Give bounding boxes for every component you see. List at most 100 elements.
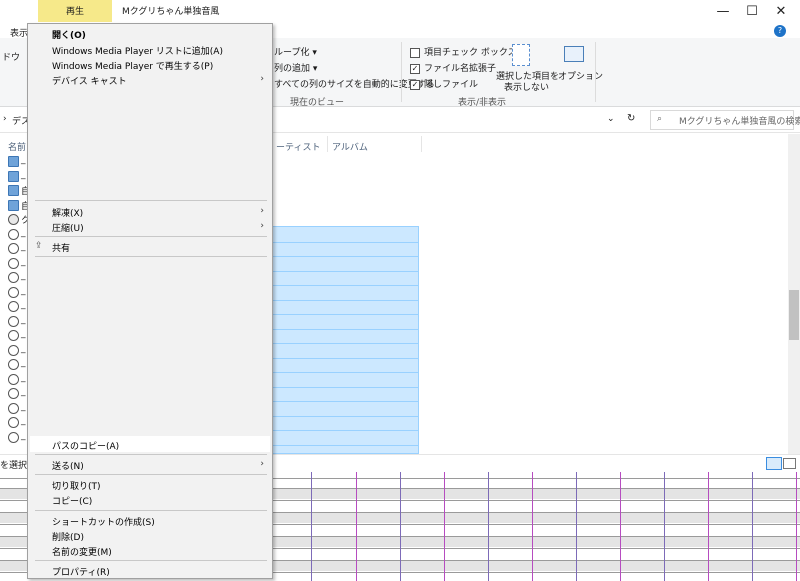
selected-row-divider: [267, 270, 418, 272]
file-row-label[interactable]: _: [21, 228, 26, 238]
menu-item-create-shortcut[interactable]: ショートカットの作成(S): [52, 515, 155, 528]
hide-selected-line2[interactable]: 表示しない: [504, 80, 549, 93]
hide-selected-icon: [512, 44, 530, 66]
grid-column-line: [488, 472, 489, 581]
folder-icon: [8, 185, 19, 196]
menu-item-cut[interactable]: 切り取り(T): [52, 479, 101, 492]
file-row-label[interactable]: _: [21, 286, 26, 296]
file-list: _ _ 自自ク _ _ _ _ _ _ _ _ _ _ _ _ _ _ _: [0, 154, 30, 454]
audio-file-icon: [8, 359, 19, 370]
audio-file-icon: [8, 301, 19, 312]
grid-column-line: [664, 472, 665, 581]
audio-file-icon: [8, 417, 19, 428]
selected-row-divider: [267, 241, 418, 243]
help-icon[interactable]: ?: [774, 25, 786, 37]
menu-item-properties[interactable]: プロパティ(R): [52, 565, 110, 578]
file-row-label[interactable]: _: [21, 300, 26, 310]
chevron-right-icon: ›: [3, 114, 7, 124]
menu-item-share[interactable]: 共有: [52, 241, 70, 254]
file-extension-option[interactable]: ✓ ファイル名拡張子: [410, 61, 496, 74]
selected-row-divider: [267, 415, 418, 417]
item-checkboxes-label: 項目チェック ボックス: [424, 48, 517, 58]
hidden-files-option[interactable]: ✓ 隠しファイル: [410, 77, 478, 90]
menu-item-copy-path[interactable]: パスのコピー(A): [52, 439, 119, 452]
menu-item-send-to[interactable]: 送る(N): [52, 459, 84, 472]
menu-item-compress[interactable]: 圧縮(U): [52, 221, 84, 234]
options-button[interactable]: オプション: [558, 69, 603, 82]
tab-play[interactable]: 再生: [38, 0, 112, 22]
group-by-button[interactable]: ループ化 ▾: [274, 45, 317, 58]
grid-column-line: [576, 472, 577, 581]
menu-separator: [35, 200, 267, 201]
audio-file-icon: [8, 388, 19, 399]
column-divider: [421, 136, 422, 152]
menu-item-rename[interactable]: 名前の変更(M): [52, 545, 112, 558]
close-button[interactable]: ✕: [766, 2, 796, 22]
column-name[interactable]: 名前: [8, 140, 26, 153]
audio-file-icon: [8, 286, 19, 298]
ribbon-pane-label[interactable]: ドウ: [2, 50, 20, 63]
image-file-icon: [8, 214, 19, 225]
menu-item-open[interactable]: 開く(O): [52, 28, 86, 41]
grid-column-line: [400, 472, 401, 581]
menu-item-cast[interactable]: デバイス キャスト: [52, 74, 127, 87]
item-checkboxes-option[interactable]: 項目チェック ボックス: [410, 45, 517, 58]
menu-item-add-wmp-list[interactable]: Windows Media Player リストに追加(A): [52, 44, 223, 57]
submenu-arrow-icon: ›: [260, 74, 264, 84]
file-row-label[interactable]: _: [21, 373, 26, 383]
grid-column-line: [444, 472, 445, 581]
audio-file-icon: [8, 402, 19, 414]
search-placeholder: Mクグリちゃん単独音風の検索: [679, 117, 800, 127]
search-input[interactable]: ⌕ Mクグリちゃん単独音風の検索: [650, 110, 800, 130]
selected-row-divider: [267, 314, 418, 315]
selected-row-divider: [267, 444, 418, 446]
share-icon: ⇪: [35, 241, 43, 251]
menu-item-extract[interactable]: 解凍(X): [52, 206, 83, 219]
details-view-icon[interactable]: [766, 457, 782, 470]
column-artist[interactable]: ーティスト: [276, 140, 320, 153]
selected-row-divider: [267, 401, 418, 402]
file-row-label[interactable]: _: [21, 315, 26, 325]
file-row-label[interactable]: _: [21, 358, 26, 368]
file-row-label[interactable]: _: [21, 170, 26, 180]
audio-file-icon: [8, 228, 19, 240]
file-row-label[interactable]: _: [21, 257, 26, 267]
file-row-label[interactable]: _: [21, 329, 26, 339]
grid-column-line: [356, 472, 357, 581]
menu-item-delete[interactable]: 削除(D): [52, 530, 84, 543]
file-row-label[interactable]: _: [21, 387, 26, 397]
selected-rows[interactable]: [266, 226, 419, 454]
refresh-icon[interactable]: ↻: [627, 113, 635, 124]
large-icons-view-icon[interactable]: [783, 458, 796, 469]
file-row-label[interactable]: _: [21, 155, 26, 165]
file-row-label[interactable]: _: [21, 402, 26, 412]
current-view-group-label: 現在のビュー: [290, 98, 345, 108]
audio-file-icon: [8, 344, 19, 356]
file-row-label[interactable]: _: [21, 416, 26, 426]
submenu-arrow-icon: ›: [260, 459, 264, 469]
chevron-down-icon[interactable]: ⌄: [607, 114, 615, 124]
minimize-button[interactable]: —: [708, 2, 738, 22]
menu-item-copy[interactable]: コピー(C): [52, 494, 92, 507]
checkbox-checked[interactable]: ✓: [410, 79, 420, 90]
menu-separator: [35, 560, 267, 561]
file-row-label[interactable]: _: [21, 431, 26, 441]
submenu-arrow-icon: ›: [260, 221, 264, 231]
scrollbar-thumb[interactable]: [789, 290, 799, 340]
file-row-label[interactable]: _: [21, 344, 26, 354]
selected-row-divider: [267, 299, 418, 301]
menu-item-play-wmp[interactable]: Windows Media Player で再生する(P): [52, 59, 213, 72]
file-row-label[interactable]: _: [21, 242, 26, 252]
checkbox-unchecked[interactable]: [410, 47, 420, 58]
checkbox-checked[interactable]: ✓: [410, 63, 420, 74]
window-title: Mクグリちゃん単独音風: [122, 7, 220, 17]
add-column-button[interactable]: 列の追加 ▾: [274, 61, 317, 74]
grid-column-line: [620, 472, 621, 581]
audio-file-icon: [8, 431, 19, 443]
column-album[interactable]: アルバム: [332, 140, 368, 153]
title-bar: [0, 0, 800, 24]
maximize-button[interactable]: ☐: [737, 2, 767, 22]
grid-column-line: [311, 472, 312, 581]
selected-row-divider: [267, 372, 418, 373]
file-row-label[interactable]: _: [21, 271, 26, 281]
